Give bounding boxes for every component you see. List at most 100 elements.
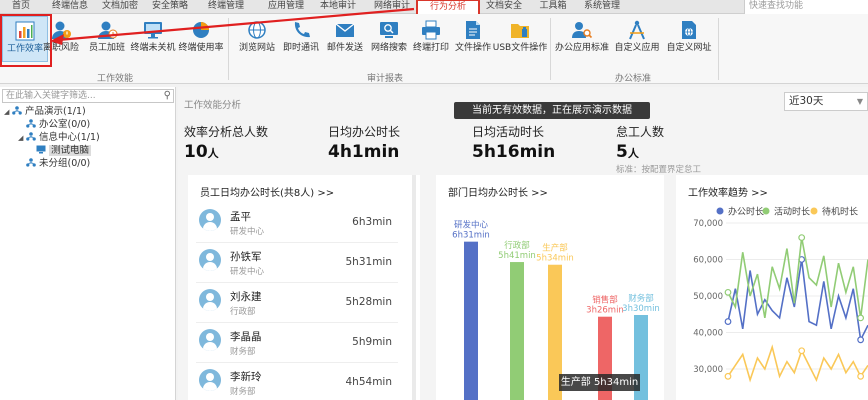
employee-time: 5h31min xyxy=(345,256,393,268)
employee-row[interactable]: 孟平 研发中心 6h3min xyxy=(196,203,398,243)
ribbon-button-label: 自定义网址 xyxy=(666,43,712,53)
ribbon-button-label: 即时通讯 xyxy=(282,43,319,53)
tab-network-audit[interactable]: 网络审计 xyxy=(370,0,414,14)
tree-node-info-center[interactable]: ◢ 信息中心(1/1) xyxy=(18,131,100,145)
group-icon xyxy=(12,106,22,115)
kpi-daily-active-time: 日均活动时长 5h16min xyxy=(472,123,555,162)
bar-value-label: 3h30min xyxy=(622,304,660,314)
org-tree-panel: 在此输入关键字筛选... ⚲ ◢ 产品演示(1/1) 办公室(0/0) ◢ 信息中心… xyxy=(0,87,176,400)
ribbon-office-standard-button[interactable]: 办公应用标准 xyxy=(554,16,610,62)
tab-home[interactable]: 首页 xyxy=(8,0,34,14)
bar-value-label: 3h26min xyxy=(586,306,624,316)
kpi-note: 标准：按配置界定怠工 xyxy=(616,165,702,175)
legend-label: 办公时长 xyxy=(728,206,764,218)
compass-icon xyxy=(629,20,645,40)
employee-time: 5h9min xyxy=(352,336,392,348)
tree-node-product-demo[interactable]: ◢ 产品演示(1/1) xyxy=(4,105,86,119)
demo-data-notice: 当前无有效数据，正在展示演示数据 xyxy=(454,102,650,119)
tab-security-policy[interactable]: 安全策略 xyxy=(148,0,192,14)
employee-dept: 财务部 xyxy=(230,347,256,357)
ribbon-web-search-button[interactable]: 网络搜索 xyxy=(366,16,412,62)
ribbon-usb-file-button[interactable]: USB文件操作 xyxy=(492,16,548,62)
series-point xyxy=(798,234,806,241)
collapse-triangle-icon[interactable]: ◢ xyxy=(4,105,12,119)
tab-toolbox[interactable]: 工具箱 xyxy=(536,0,570,14)
search-globe-icon xyxy=(380,22,398,38)
document-icon xyxy=(466,21,480,39)
pie-chart-icon xyxy=(193,22,209,38)
y-tick-label: 30,000 xyxy=(693,365,723,375)
tab-terminal-management[interactable]: 终端管理 xyxy=(204,0,248,14)
ribbon-group-separator xyxy=(718,18,719,80)
ribbon-file-operation-button[interactable]: 文件操作 xyxy=(450,16,496,62)
mail-icon xyxy=(335,23,355,37)
tab-terminal-info[interactable]: 终端信息 xyxy=(48,0,92,14)
tab-doc-security[interactable]: 文档安全 xyxy=(482,0,526,14)
person-search-icon xyxy=(572,22,593,39)
card-title-link[interactable]: 员工日均办公时长(共8人) >> xyxy=(200,184,334,199)
function-search-input[interactable]: 快速查找功能 xyxy=(744,0,868,14)
user-risk-icon xyxy=(52,21,71,39)
tree-node-label: 信息中心(1/1) xyxy=(39,132,100,143)
tab-local-audit[interactable]: 本地审计 xyxy=(316,0,360,14)
avatar xyxy=(199,289,221,311)
tab-doc-encryption[interactable]: 文档加密 xyxy=(98,0,142,14)
date-range-select[interactable]: 近30天 ▼ xyxy=(784,92,868,111)
department-bar-chart: 研发中心6h31min 行政部5h41min 生产部5h34min 销售部3h26mi… xyxy=(452,220,660,400)
tree-node-office[interactable]: 办公室(0/0) xyxy=(18,118,90,132)
ribbon-custom-app-button[interactable]: 自定义应用 xyxy=(612,16,662,62)
legend-label: 待机时长 xyxy=(822,206,858,218)
ribbon-not-shutdown-button[interactable]: 终端未关机 xyxy=(130,16,176,62)
employee-row[interactable]: 李新玲 财务部 4h54min xyxy=(196,363,398,400)
employee-dept: 行政部 xyxy=(230,307,256,317)
ribbon-terminal-usage-button[interactable]: 终端使用率 xyxy=(178,16,224,62)
ribbon-toolbar: 工作效率 离职风险 员工加班 终端未关机 终端使用率 浏览网站 即时通讯 邮件发… xyxy=(0,14,868,84)
series-point xyxy=(857,336,865,344)
legend-marker xyxy=(762,207,770,215)
collapse-triangle-icon[interactable]: ◢ xyxy=(18,131,26,145)
employee-row[interactable]: 李晶晶 财务部 5h9min xyxy=(196,323,398,363)
chevron-down-icon: ▼ xyxy=(856,97,863,106)
tab-system-management[interactable]: 系统管理 xyxy=(580,0,624,14)
scrollbar[interactable] xyxy=(412,175,416,400)
kpi-value: 5h16min xyxy=(472,142,556,162)
employee-name: 孙铁军 xyxy=(230,251,262,263)
search-icon[interactable]: ⚲ xyxy=(164,90,171,102)
ribbon-print-button[interactable]: 终端打印 xyxy=(408,16,454,62)
series-line-2 xyxy=(727,344,868,383)
kpi-daily-office-time: 日均办公时长 4h1min xyxy=(328,123,400,162)
tree-filter-placeholder: 在此输入关键字筛选... xyxy=(6,91,96,101)
tab-app-management[interactable]: 应用管理 xyxy=(264,0,308,14)
kpi-label: 日均活动时长 xyxy=(472,125,545,139)
date-range-value: 近30天 xyxy=(789,95,824,107)
chart-tooltip: 生产部 5h34min xyxy=(559,374,640,391)
employee-dept: 财务部 xyxy=(230,387,256,397)
ribbon-im-button[interactable]: 即时通讯 xyxy=(278,16,324,62)
tree-node-test-computer[interactable]: 测试电脑 xyxy=(36,144,92,158)
ribbon-button-label: 员工加班 xyxy=(88,43,125,53)
ribbon-button-label: 文件操作 xyxy=(454,43,491,53)
employee-row[interactable]: 刘永建 行政部 5h28min xyxy=(196,283,398,323)
employee-name: 李新玲 xyxy=(230,371,262,383)
ribbon-browse-web-button[interactable]: 浏览网站 xyxy=(234,16,280,62)
employee-time: 4h54min xyxy=(345,376,393,388)
employee-dept: 研发中心 xyxy=(230,267,265,277)
kpi-unit: 人 xyxy=(207,147,219,160)
series-point xyxy=(724,288,732,296)
department-office-time-card: 部门日均办公时长 >> 研发中心 6h31min 行政部 5h41min 生产部 5h34… xyxy=(436,175,664,400)
ribbon-mail-button[interactable]: 邮件发送 xyxy=(322,16,368,62)
avatar xyxy=(199,369,221,391)
ribbon-resign-risk-button[interactable]: 离职风险 xyxy=(38,16,84,62)
usb-folder-icon xyxy=(511,24,529,38)
ribbon-overtime-button[interactable]: 员工加班 xyxy=(84,16,130,62)
ribbon-custom-url-button[interactable]: 自定义网址 xyxy=(664,16,714,62)
avatar xyxy=(199,209,221,231)
kpi-number: 10 xyxy=(184,142,208,162)
tree-filter-input[interactable]: 在此输入关键字筛选... ⚲ xyxy=(2,89,174,103)
tree-node-ungrouped[interactable]: 未分组(0/0) xyxy=(18,157,90,171)
employee-row[interactable]: 孙铁军 研发中心 5h31min xyxy=(196,243,398,283)
kpi-value: 4h1min xyxy=(328,142,400,162)
ribbon-group-label: 工作效能 xyxy=(96,74,133,84)
group-icon xyxy=(26,132,36,141)
ribbon-button-label: 终端未关机 xyxy=(130,43,176,53)
